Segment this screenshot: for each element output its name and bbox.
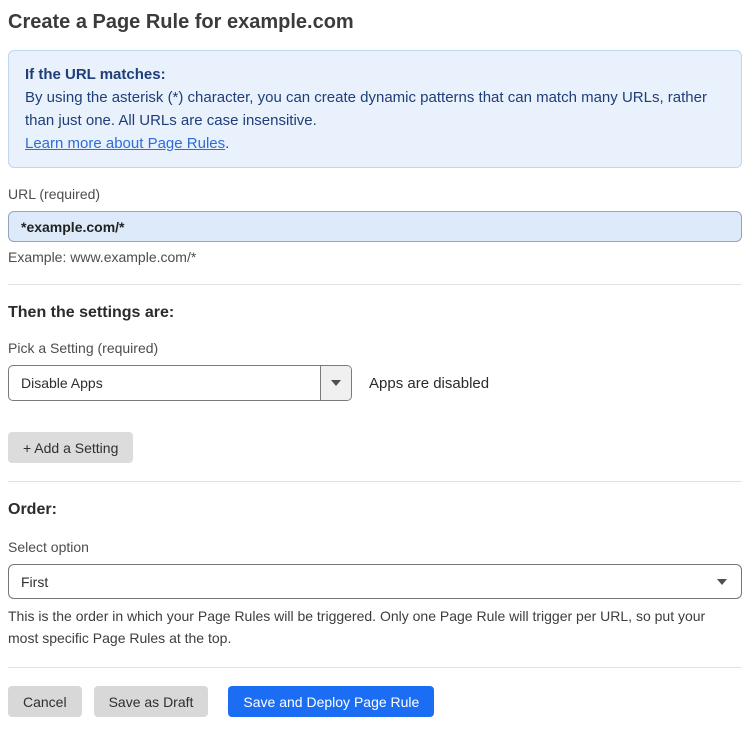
- setting-select-value: Disable Apps: [21, 375, 103, 391]
- section-divider: [8, 481, 742, 482]
- url-example-text: Example: www.example.com/*: [8, 249, 197, 265]
- order-section-heading: Order:: [8, 501, 57, 518]
- url-match-info-box: If the URL matches: By using the asteris…: [8, 50, 742, 168]
- save-as-draft-button[interactable]: Save as Draft: [93, 686, 209, 717]
- setting-description: Apps are disabled: [369, 374, 490, 392]
- info-box-link-line: Learn more about Page Rules.: [25, 132, 725, 155]
- setting-select-arrow-button[interactable]: [320, 366, 351, 400]
- setting-row: Disable Apps Apps are disabled: [8, 365, 742, 401]
- url-input[interactable]: [8, 211, 742, 242]
- order-select-value: First: [21, 573, 49, 590]
- order-help-text: This is the order in which your Page Rul…: [8, 608, 706, 646]
- setting-select[interactable]: Disable Apps: [8, 365, 352, 401]
- section-divider: [8, 667, 742, 668]
- order-select-label: Select option: [8, 539, 89, 555]
- info-box-body: By using the asterisk (*) character, you…: [25, 89, 707, 129]
- info-box-heading: If the URL matches:: [25, 66, 166, 83]
- learn-more-link[interactable]: Learn more about Page Rules: [25, 135, 225, 152]
- section-divider: [8, 284, 742, 285]
- settings-section-heading: Then the settings are:: [8, 304, 175, 321]
- page-rule-form: Create a Page Rule for example.com If th…: [0, 0, 750, 729]
- setting-picker-label: Pick a Setting (required): [8, 340, 159, 356]
- cancel-button[interactable]: Cancel: [8, 686, 82, 717]
- form-actions: Cancel Save as Draft Save and Deploy Pag…: [8, 686, 742, 717]
- url-field-label: URL (required): [8, 186, 101, 202]
- add-setting-button[interactable]: + Add a Setting: [8, 432, 134, 463]
- chevron-down-icon: [331, 380, 341, 386]
- link-suffix-period: .: [225, 135, 230, 152]
- order-select[interactable]: First: [8, 564, 742, 599]
- chevron-down-icon: [717, 578, 727, 585]
- page-title: Create a Page Rule for example.com: [8, 11, 354, 33]
- save-and-deploy-button[interactable]: Save and Deploy Page Rule: [228, 686, 435, 717]
